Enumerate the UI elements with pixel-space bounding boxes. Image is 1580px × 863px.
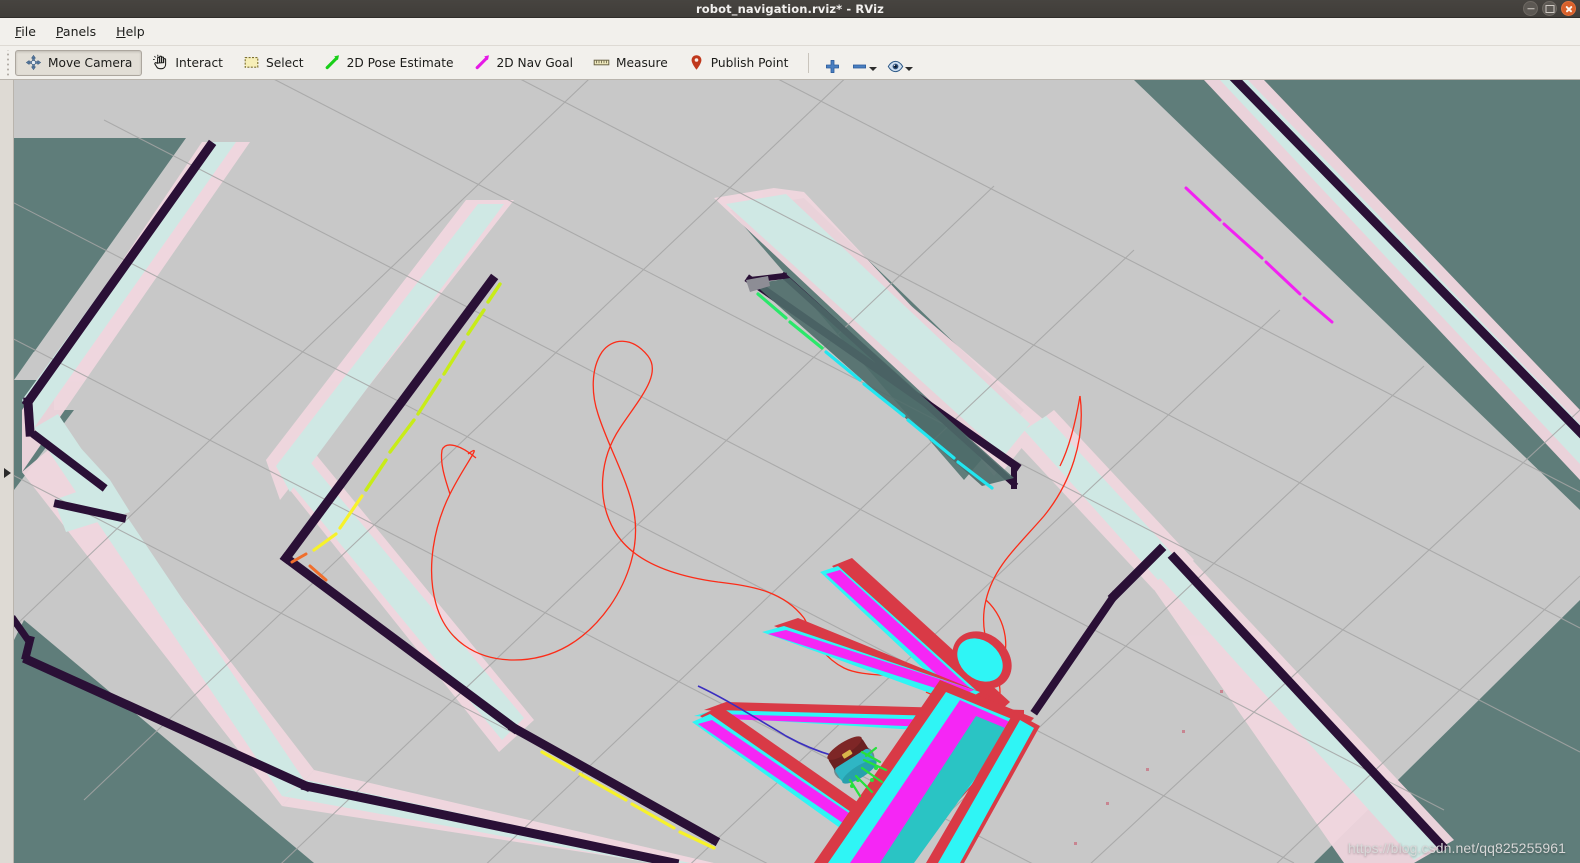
minimize-icon[interactable] <box>1523 1 1538 16</box>
tool-move-camera[interactable]: Move Camera <box>15 49 143 76</box>
menu-help-rest: elp <box>125 24 145 39</box>
menu-item-help[interactable]: Help <box>108 21 155 42</box>
window-controls <box>1523 1 1576 16</box>
menu-bar: File Panels Help <box>0 18 1580 46</box>
menu-panels-mnemonic: P <box>55 24 63 39</box>
rviz-window: robot_navigation.rviz* - RViz File Panel… <box>0 0 1580 863</box>
select-rect-icon <box>243 54 260 71</box>
tool-publish-point[interactable]: Publish Point <box>678 50 799 76</box>
render-canvas[interactable] <box>14 80 1580 863</box>
tool-select-label: Select <box>265 55 304 70</box>
toolbar-separator <box>808 52 810 73</box>
tool-move-camera-label: Move Camera <box>48 55 133 70</box>
tool-measure-label: Measure <box>615 55 668 70</box>
interact-hand-icon <box>152 54 169 71</box>
tool-interact-label: Interact <box>175 55 223 70</box>
tool-2d-pose-estimate[interactable]: 2D Pose Estimate <box>314 50 464 76</box>
menu-help-mnemonic: H <box>116 24 126 39</box>
tool-2d-pose-estimate-label: 2D Pose Estimate <box>346 55 454 70</box>
add-tool-button[interactable] <box>819 50 846 76</box>
menu-file-rest: ile <box>21 24 36 39</box>
title-bar: robot_navigation.rviz* - RViz <box>0 0 1580 18</box>
plus-icon <box>824 58 841 75</box>
menu-item-panels[interactable]: Panels <box>48 21 106 42</box>
tool-select[interactable]: Select <box>233 50 314 76</box>
main-area: https://blog.csdn.net/qq825255961 <box>0 80 1580 863</box>
map-pin-icon <box>688 54 705 71</box>
rviz-3d-render-view[interactable]: https://blog.csdn.net/qq825255961 <box>14 80 1580 863</box>
eye-icon <box>887 58 904 75</box>
menu-panels-rest: anels <box>62 24 97 39</box>
remove-tool-button[interactable] <box>846 50 882 76</box>
toolbar-drag-handle[interactable] <box>4 49 13 76</box>
ruler-icon <box>593 54 610 71</box>
window-title: robot_navigation.rviz* - RViz <box>696 1 884 16</box>
chevron-right-icon[interactable] <box>4 468 11 478</box>
tool-measure[interactable]: Measure <box>583 50 678 76</box>
maximize-icon[interactable] <box>1542 1 1557 16</box>
remove-tool-chevron-down-icon[interactable] <box>869 66 878 71</box>
menu-item-file[interactable]: File <box>7 21 46 42</box>
close-icon[interactable] <box>1561 1 1576 16</box>
tool-interact[interactable]: Interact <box>142 50 233 76</box>
collapsed-panel-splitter[interactable] <box>0 80 14 863</box>
tool-bar: Move Camera Interact Select 2D Pose Esti… <box>0 46 1580 80</box>
tool-visibility-chevron-down-icon[interactable] <box>905 66 914 71</box>
tool-visibility-button[interactable] <box>882 50 918 76</box>
tool-2d-nav-goal[interactable]: 2D Nav Goal <box>464 50 583 76</box>
minus-icon <box>851 58 868 75</box>
move-camera-icon <box>25 54 42 71</box>
tool-publish-point-label: Publish Point <box>710 55 789 70</box>
tool-2d-nav-goal-label: 2D Nav Goal <box>496 55 573 70</box>
pose-estimate-arrow-icon <box>324 54 341 71</box>
nav-goal-arrow-icon <box>474 54 491 71</box>
